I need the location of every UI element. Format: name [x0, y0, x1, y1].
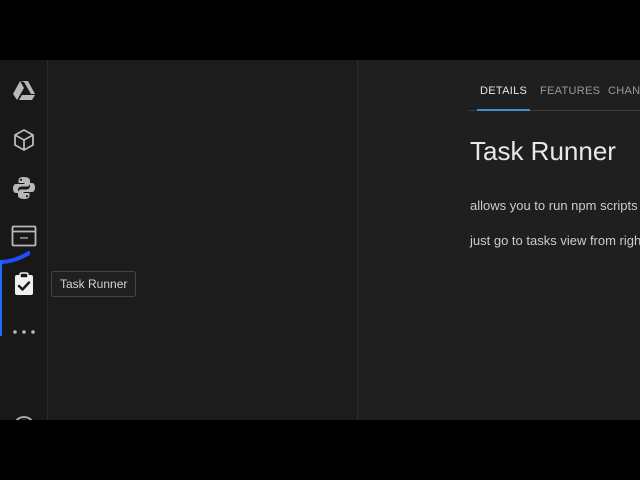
vscode-window: DETAILS FEATURES CHANG Task Runner allow… — [0, 60, 640, 420]
extension-title: Task Runner — [470, 136, 616, 166]
tab-changelog[interactable]: CHANG — [608, 60, 640, 110]
description-line: allows you to run npm scripts — [470, 198, 638, 213]
clipboard-check-icon[interactable] — [7, 267, 41, 301]
tab-details[interactable]: DETAILS — [476, 60, 531, 111]
more-icon[interactable] — [7, 315, 41, 349]
tooltip: Task Runner — [51, 271, 137, 297]
tab-features[interactable]: FEATURES — [540, 60, 600, 110]
google-drive-icon[interactable] — [7, 74, 41, 108]
python-icon[interactable] — [7, 171, 41, 205]
activity-bar — [0, 60, 48, 420]
description-line: just go to tasks view from righ — [470, 233, 640, 248]
drag-stroke-mark — [0, 251, 30, 264]
extension-tabs: DETAILS FEATURES CHANG — [468, 60, 640, 111]
terminal-window-icon[interactable] — [7, 219, 41, 253]
active-indicator — [0, 260, 2, 336]
side-bar — [48, 60, 358, 420]
account-icon[interactable] — [7, 410, 41, 420]
extension-details-editor: DETAILS FEATURES CHANG Task Runner allow… — [358, 60, 640, 420]
cube-icon[interactable] — [7, 123, 41, 157]
